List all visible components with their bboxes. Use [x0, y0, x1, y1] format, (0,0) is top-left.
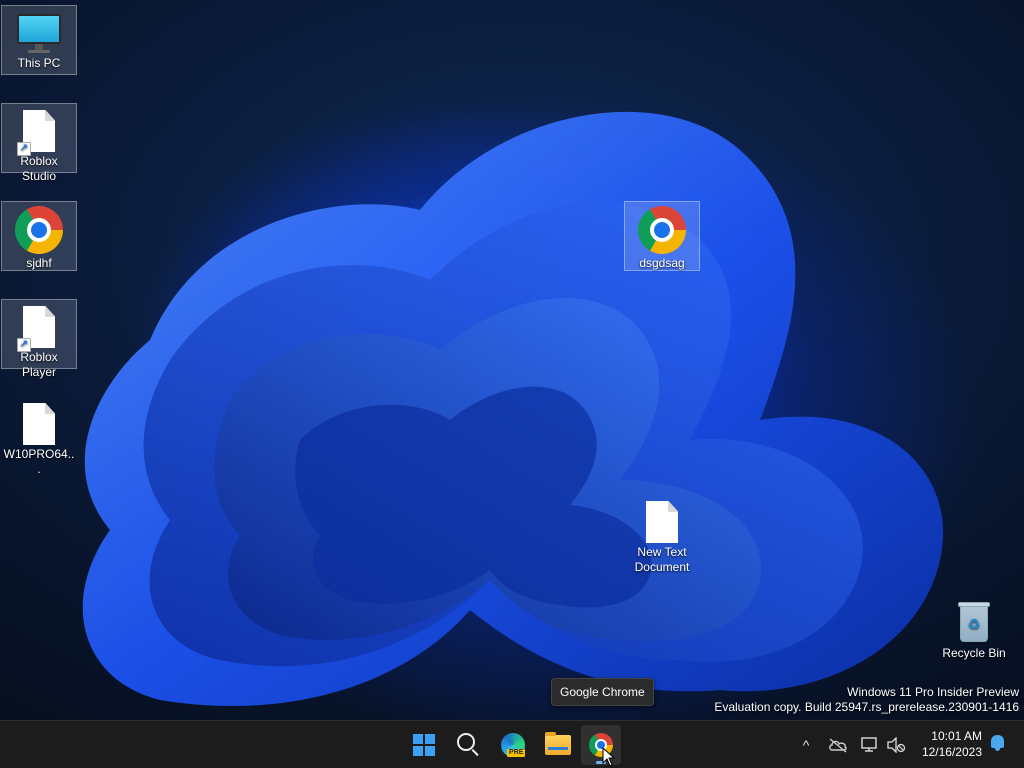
wallpaper-bloom — [82, 111, 944, 706]
desktop-icon-dsgdsag[interactable]: dsgdsag — [624, 201, 700, 271]
desktop-icon-recycle-bin[interactable]: ♻ Recycle Bin — [936, 594, 1012, 664]
pre-badge: PRE — [507, 749, 526, 757]
file-explorer-button[interactable] — [537, 725, 577, 765]
taskbar: PRE ^ 10:01 AM 12/16/2023 — [0, 720, 1024, 768]
desktop-icon-sjdhf[interactable]: sjdhf — [1, 201, 77, 271]
watermark-line-1: Windows 11 Pro Insider Preview — [847, 685, 1019, 699]
onedrive-offline-icon[interactable] — [828, 737, 848, 753]
system-clock[interactable]: 10:01 AM 12/16/2023 — [922, 728, 982, 760]
desktop-icon-label: This PC — [17, 56, 61, 70]
desktop-icon-w10pro64[interactable]: W10PRO64... — [1, 397, 77, 476]
desktop-icon-label: Recycle Bin — [942, 646, 1006, 660]
file-shortcut-icon: ↗ — [15, 304, 63, 352]
tray-overflow-chevron-up-icon[interactable]: ^ — [796, 733, 816, 757]
clock-date: 12/16/2023 — [921, 745, 982, 759]
windows-start-icon — [413, 734, 435, 756]
clock-time: 10:01 AM — [931, 729, 982, 743]
desktop[interactable]: This PC ↗ Roblox Studio sjdhf ↗ Roblox P… — [0, 0, 1024, 720]
desktop-icon-roblox-player[interactable]: ↗ Roblox Player — [1, 299, 77, 379]
desktop-icon-this-pc[interactable]: This PC — [1, 5, 77, 75]
edge-preview-button[interactable]: PRE — [493, 725, 533, 765]
evaluation-watermark: Windows 11 Pro Insider Preview Evaluatio… — [714, 685, 1019, 715]
watermark-line-2: Evaluation copy. Build 25947.rs_prerelea… — [714, 700, 1019, 714]
file-explorer-icon — [545, 732, 571, 755]
file-shortcut-icon: ↗ — [15, 108, 63, 156]
desktop-icon-label: dsgdsag — [639, 256, 685, 270]
mouse-cursor-icon — [602, 747, 616, 767]
desktop-icon-label: Roblox Studio — [20, 154, 58, 183]
volume-muted-icon[interactable] — [886, 737, 906, 753]
desktop-icon-label: W10PRO64... — [3, 447, 75, 476]
network-icon[interactable] — [860, 736, 880, 754]
desktop-icon-label: Roblox Player — [20, 350, 58, 379]
desktop-icon-label: New Text Document — [634, 545, 690, 574]
search-button[interactable] — [448, 725, 488, 765]
desktop-icon-new-text-document[interactable]: New Text Document — [624, 495, 700, 579]
start-button[interactable] — [404, 725, 444, 765]
text-file-icon — [638, 499, 686, 543]
chrome-icon — [638, 206, 686, 254]
recycle-bin-icon: ♻ — [950, 598, 998, 644]
desktop-icon-roblox-studio[interactable]: ↗ Roblox Studio — [1, 103, 77, 183]
desktop-icon-label: sjdhf — [26, 256, 52, 270]
file-icon — [15, 401, 63, 445]
monitor-icon — [15, 10, 63, 54]
search-icon — [457, 733, 475, 751]
chrome-icon — [15, 206, 63, 254]
taskbar-tooltip: Google Chrome — [551, 678, 654, 706]
notification-bell-icon[interactable] — [991, 735, 1004, 751]
